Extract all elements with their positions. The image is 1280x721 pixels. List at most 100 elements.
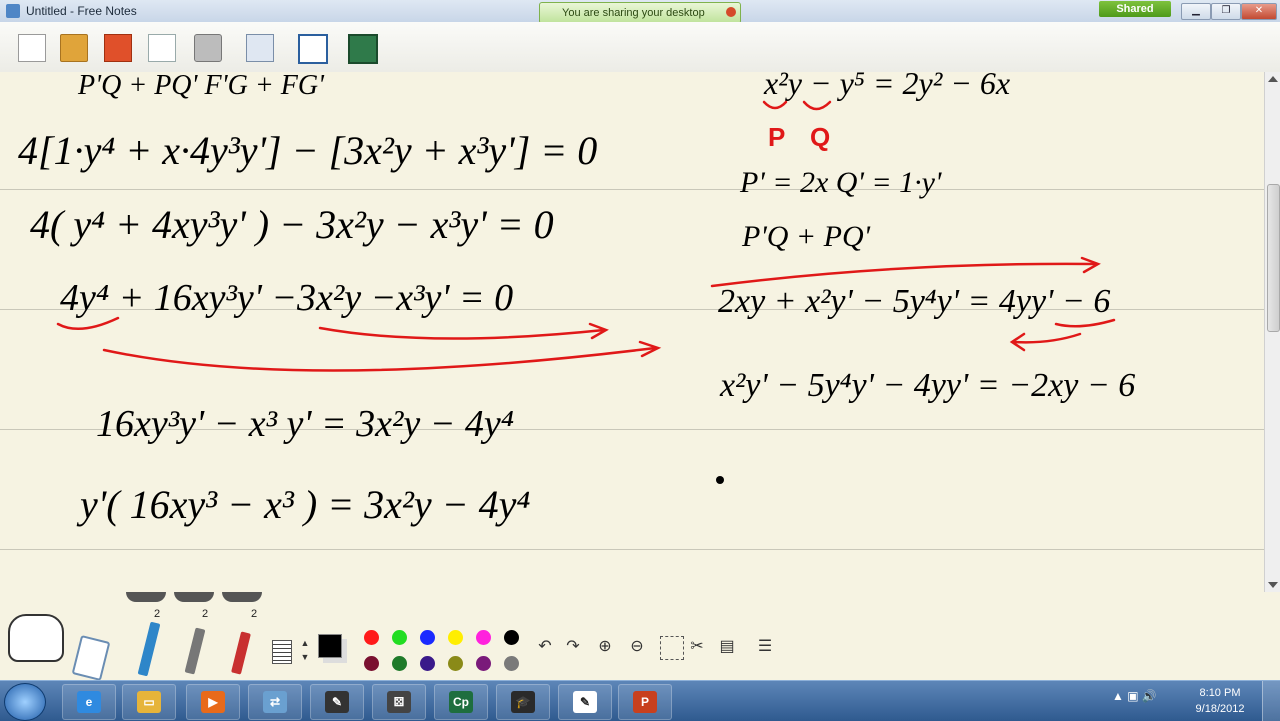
share-banner-text: You are sharing your desktop — [562, 7, 705, 19]
print-icon[interactable] — [194, 34, 222, 62]
clock[interactable]: 8:10 PM 9/18/2012 — [1190, 685, 1250, 717]
main-toolbar — [0, 22, 1280, 73]
handwriting-line: 2xy + x²y' − 5y⁴y' = 4yy' − 6 — [718, 283, 1110, 320]
blue-pen-icon[interactable] — [137, 621, 161, 677]
taskbar-app-explorer[interactable]: ▭ — [122, 684, 176, 720]
pen-size-label: 2 — [251, 608, 258, 620]
taskbar-app-powerpoint[interactable]: P — [618, 684, 672, 720]
pen-size-label: 2 — [154, 608, 161, 620]
note-canvas[interactable]: P'Q + PQ' F'G + FG' 4[1·y⁴ + x·4y³y'] − … — [0, 72, 1264, 592]
color-swatch-indigo[interactable] — [420, 656, 435, 671]
scroll-thumb[interactable] — [1267, 184, 1280, 332]
taskbar-app-dice[interactable]: ⚄ — [372, 684, 426, 720]
tray-icons[interactable]: ▲ ▣ 🔊 — [1112, 689, 1157, 703]
handwriting-line: x²y − y⁵ = 2y² − 6x — [763, 72, 1010, 101]
taskbar-app-captivate[interactable]: Cp — [434, 684, 488, 720]
taskbar-app-media[interactable]: ▶ — [186, 684, 240, 720]
pen-size-indicator[interactable] — [174, 592, 214, 602]
taskbar-app-notes[interactable]: ✎ — [310, 684, 364, 720]
line-width-stepper[interactable]: ▲ ▼ — [298, 636, 312, 666]
media-icon: ▶ — [201, 691, 225, 713]
eraser-icon[interactable] — [71, 634, 111, 682]
app-icon — [6, 4, 20, 18]
taskbar-app-freenotes[interactable]: ✎ — [558, 684, 612, 720]
undo-icon[interactable]: ↶ — [534, 636, 556, 658]
handwriting-line: 16xy³y' − x³ y' = 3x²y − 4y⁴ — [96, 403, 514, 445]
freenotes-icon: ✎ — [573, 691, 597, 713]
taskbar-app-network[interactable]: ⇄ — [248, 684, 302, 720]
handwriting-line: 4[1·y⁴ + x·4y³y'] − [3x²y + x³y'] = 0 — [18, 128, 597, 173]
handwriting-line: P' = 2x Q' = 1·y' — [739, 166, 942, 199]
gray-marker-icon[interactable] — [184, 627, 206, 675]
pen-palette: 2 2 2 ▲ ▼ ↶ ↷ ⊕ ⊖ ✂ ▤ ☰ — [0, 592, 1280, 682]
pen-size-indicator[interactable] — [222, 592, 262, 602]
notes-icon: ✎ — [325, 691, 349, 713]
color-swatch-magenta[interactable] — [476, 630, 491, 645]
handwriting-line: 4( y⁴ + 4xy³y' ) − 3x²y − x³y' = 0 — [30, 202, 554, 247]
share-banner[interactable]: You are sharing your desktop — [539, 2, 741, 24]
powerpoint-icon: P — [633, 691, 657, 713]
zoom-out-icon[interactable]: ⊖ — [626, 636, 648, 658]
open-folder-icon[interactable] — [60, 34, 88, 62]
current-color-swatch[interactable] — [318, 634, 342, 658]
stop-sharing-icon[interactable] — [726, 7, 736, 17]
color-swatch-purple[interactable] — [476, 656, 491, 671]
title-bar: Untitled - Free Notes You are sharing yo… — [0, 0, 1280, 24]
save-icon[interactable] — [104, 34, 132, 62]
color-swatch-red[interactable] — [364, 630, 379, 645]
taskbar-app-graduation[interactable]: 🎓 — [496, 684, 550, 720]
zoom-in-icon[interactable]: ⊕ — [594, 636, 616, 658]
paste-icon[interactable]: ▤ — [716, 636, 738, 658]
export-icon[interactable] — [246, 34, 274, 62]
color-swatch-blue[interactable] — [420, 630, 435, 645]
handwriting-line: x²y' − 5y⁴y' − 4yy' = −2xy − 6 — [719, 367, 1135, 404]
vertical-scrollbar[interactable] — [1264, 72, 1280, 592]
clock-time: 8:10 PM — [1199, 687, 1241, 699]
scissors-icon[interactable]: ✂ — [686, 636, 708, 658]
color-swatch-maroon[interactable] — [364, 656, 379, 671]
annotation-p: P — [768, 122, 785, 152]
captivate-icon: Cp — [449, 691, 473, 713]
hand-pan-icon[interactable] — [8, 614, 64, 662]
handwriting-line: P'Q + PQ' F'G + FG' — [77, 72, 325, 101]
red-marker-icon[interactable] — [231, 631, 251, 675]
maximize-button[interactable]: ❐ — [1211, 3, 1241, 20]
start-button[interactable] — [4, 683, 46, 721]
whiteboard-icon[interactable] — [348, 34, 378, 64]
show-desktop-button[interactable] — [1262, 681, 1280, 721]
annotation-q: Q — [810, 122, 830, 152]
window-icon[interactable] — [298, 34, 328, 64]
redo-icon[interactable]: ↷ — [562, 636, 584, 658]
line-width-down[interactable]: ▼ — [298, 650, 312, 664]
scroll-down-icon[interactable] — [1268, 582, 1278, 588]
print-preview-icon[interactable] — [148, 34, 176, 62]
color-swatch-green[interactable] — [392, 630, 407, 645]
window-title: Untitled - Free Notes — [26, 4, 137, 18]
color-swatch-dark-green[interactable] — [392, 656, 407, 671]
color-swatch-yellow[interactable] — [448, 630, 463, 645]
close-button[interactable]: ✕ — [1241, 3, 1277, 20]
taskbar-app-ie[interactable]: e — [62, 684, 116, 720]
pen-cursor-dot — [716, 476, 724, 484]
explorer-icon: ▭ — [137, 691, 161, 713]
handwriting-line: P'Q + PQ' — [741, 220, 871, 253]
handwriting-line: 4y⁴ + 16xy³y' −3x²y −x³y' = 0 — [60, 277, 513, 319]
color-swatch-gray[interactable] — [504, 656, 519, 671]
clock-date: 9/18/2012 — [1195, 703, 1245, 715]
network-icon: ⇄ — [263, 691, 287, 713]
minimize-button[interactable]: ▁ — [1181, 3, 1211, 20]
color-swatch-black[interactable] — [504, 630, 519, 645]
new-note-icon[interactable] — [18, 34, 46, 62]
color-swatch-olive[interactable] — [448, 656, 463, 671]
dice-icon: ⚄ — [387, 691, 411, 713]
line-width-icon[interactable] — [272, 640, 292, 664]
taskbar: e ▭ ▶ ⇄ ✎ ⚄ Cp 🎓 ✎ P ▲ ▣ 🔊 8:10 PM 9/18/2012 — [0, 680, 1280, 721]
ie-icon: e — [77, 691, 101, 713]
handwriting-line: y'( 16xy³ − x³ ) = 3x²y − 4y⁴ — [76, 482, 530, 527]
scroll-up-icon[interactable] — [1268, 76, 1278, 82]
shared-badge: Shared — [1099, 1, 1171, 17]
pen-size-indicator[interactable] — [126, 592, 166, 602]
line-width-up[interactable]: ▲ — [298, 636, 312, 650]
select-region-icon[interactable] — [660, 636, 684, 660]
insert-space-icon[interactable]: ☰ — [754, 636, 776, 658]
